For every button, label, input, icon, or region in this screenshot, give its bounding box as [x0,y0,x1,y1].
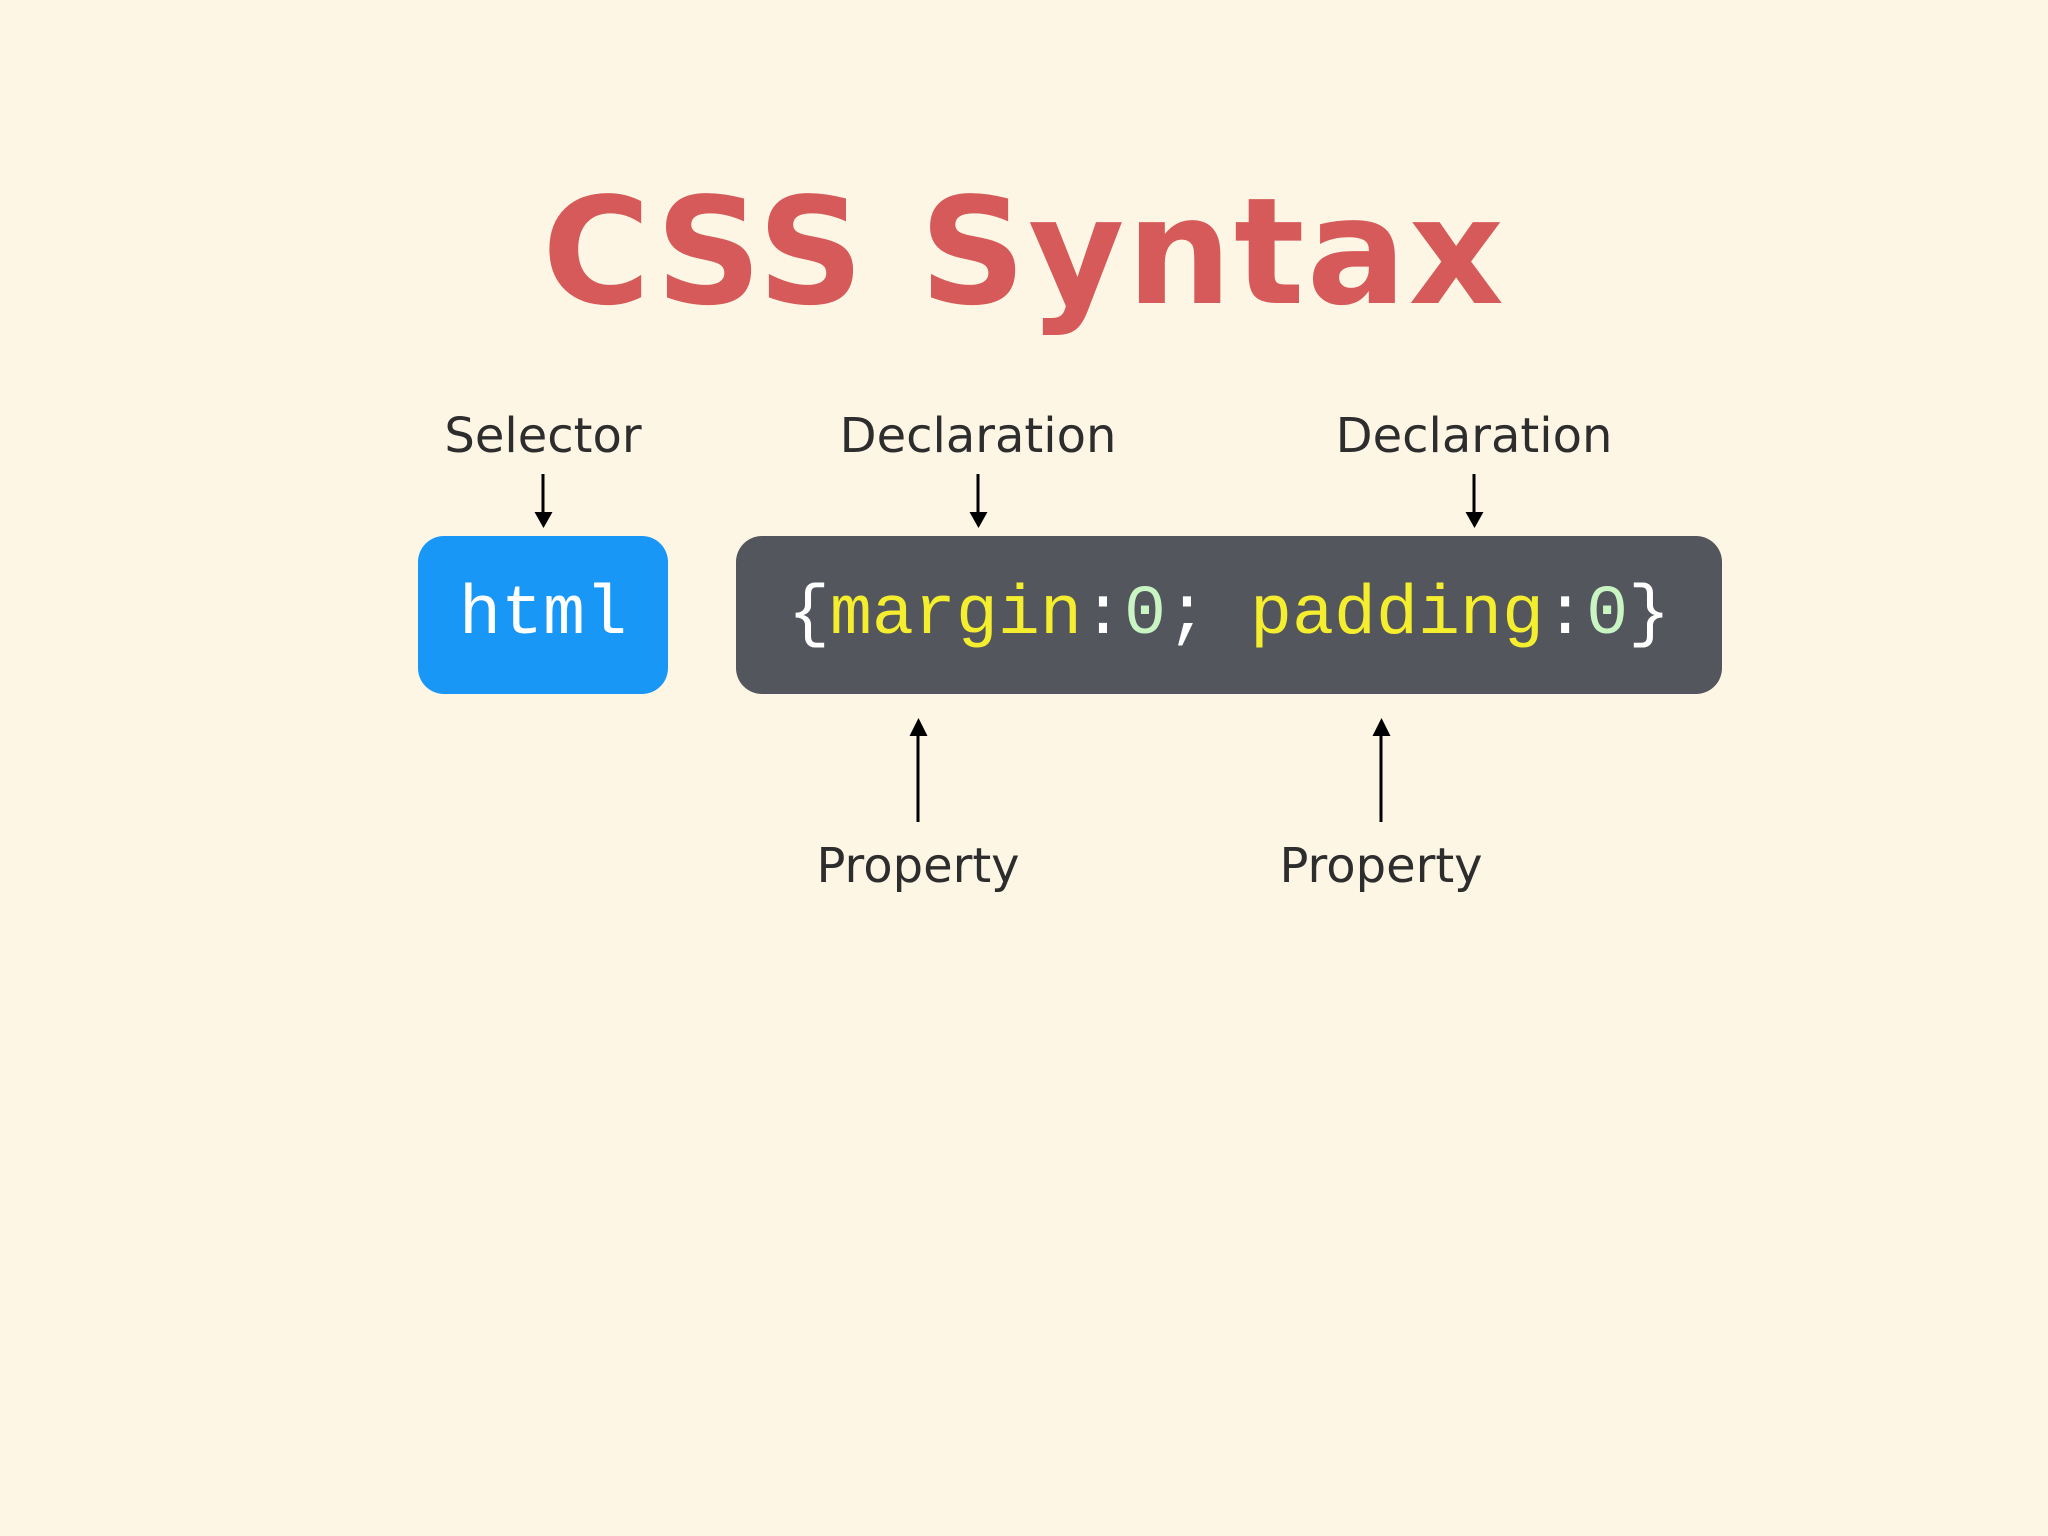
declaration-box: {margin:0; padding:0} [736,536,1722,694]
selector-label: Selector [444,408,642,464]
value-2: 0 [1586,575,1629,655]
selector-arrow-icon [541,474,545,514]
declaration-label-1: Declaration [839,408,1117,464]
property-arrow-icon-2 [1379,734,1383,822]
property-arrow-icon-1 [916,734,920,822]
property-label-1: Property [816,838,1020,894]
property-label-2: Property [1279,838,1483,894]
close-brace: } [1628,575,1671,655]
selector-box: html [418,536,668,694]
value-1: 0 [1123,575,1166,655]
colon-2: : [1544,575,1587,655]
page-title: CSS Syntax [542,166,1506,338]
property-margin: margin [829,575,1082,655]
colon-1: : [1081,575,1124,655]
property-padding: padding [1250,575,1545,655]
semicolon: ; [1165,575,1250,655]
open-brace: { [787,575,830,655]
declaration-arrow-icon-2 [1472,474,1476,514]
selector-code: html [458,575,628,655]
declaration-arrow-icon-1 [976,474,980,514]
declaration-label-2: Declaration [1335,408,1613,464]
